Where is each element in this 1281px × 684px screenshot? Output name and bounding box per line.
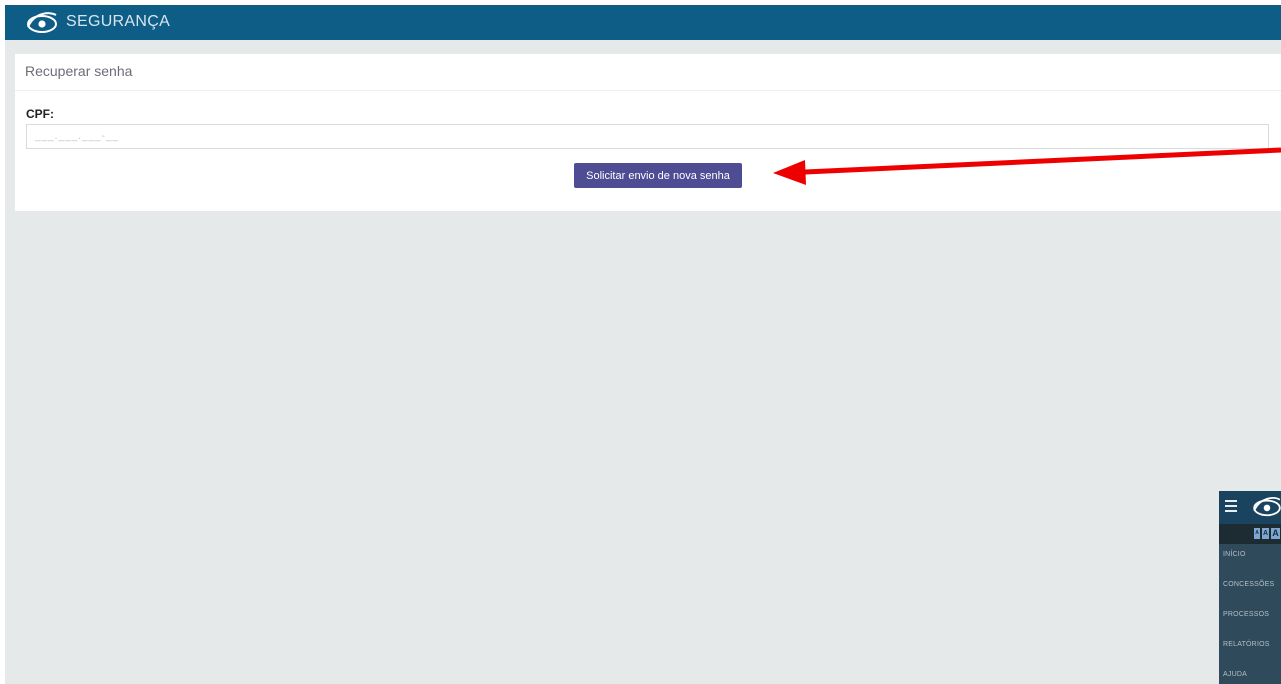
- app-window: SEGURANÇA Recuperar senha CPF: Solicitar…: [5, 5, 1281, 684]
- app-title: SEGURANÇA: [66, 13, 171, 30]
- eye-logo-icon: [27, 12, 57, 33]
- font-size-small-button[interactable]: A: [1254, 528, 1260, 539]
- cpf-label: CPF:: [26, 107, 54, 121]
- font-size-bar: A A A: [1219, 524, 1281, 544]
- card-title: Recuperar senha: [25, 63, 133, 79]
- recover-password-card: Recuperar senha CPF: Solicitar envio de …: [15, 54, 1281, 211]
- cpf-input[interactable]: [26, 124, 1269, 149]
- font-size-medium-button[interactable]: A: [1262, 528, 1269, 539]
- card-header: Recuperar senha: [15, 54, 1281, 91]
- eye-logo-icon: [1253, 497, 1281, 517]
- side-nav-header: [1219, 491, 1281, 524]
- side-nav-item-processos[interactable]: PROCESSOS: [1223, 611, 1269, 618]
- side-nav-item-ajuda[interactable]: AJUDA: [1223, 671, 1247, 678]
- top-bar: SEGURANÇA: [5, 5, 1281, 40]
- hamburger-icon[interactable]: [1225, 500, 1237, 512]
- side-nav-item-inicio[interactable]: INÍCIO: [1223, 551, 1246, 558]
- request-new-password-button[interactable]: Solicitar envio de nova senha: [574, 163, 742, 188]
- font-size-large-button[interactable]: A: [1271, 528, 1280, 539]
- side-nav-item-relatorios[interactable]: RELATÓRIOS: [1223, 641, 1270, 648]
- side-nav: A A A INÍCIO CONCESSÕES PROCESSOS RELATÓ…: [1219, 491, 1281, 684]
- side-nav-item-concessoes[interactable]: CONCESSÕES: [1223, 581, 1274, 588]
